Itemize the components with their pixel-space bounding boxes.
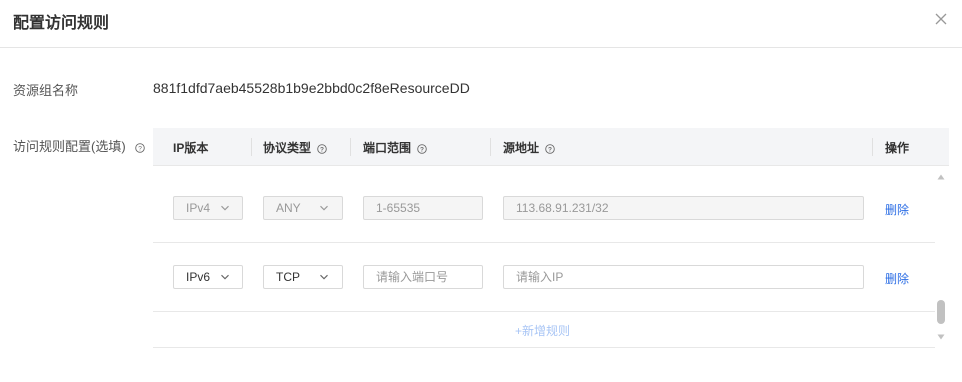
svg-text:?: ? bbox=[420, 146, 424, 153]
scroll-down-icon[interactable] bbox=[937, 333, 945, 341]
row-divider bbox=[153, 242, 935, 243]
question-circle-icon[interactable]: ? bbox=[417, 144, 428, 154]
resource-group-label: 资源组名称 bbox=[13, 83, 79, 98]
delete-button[interactable]: 删除 bbox=[885, 270, 909, 287]
source-ip-input[interactable]: 请输入IP bbox=[503, 265, 864, 289]
delete-button[interactable]: 删除 bbox=[885, 201, 909, 218]
question-circle-icon[interactable]: ? bbox=[317, 144, 328, 154]
header-source: 源地址 bbox=[503, 141, 540, 155]
header-protocol-wrap: 协议类型 ? bbox=[263, 139, 328, 156]
resource-group-value: 881f1dfd7aeb45528b1b9e2bbd0c2f8eResource… bbox=[153, 80, 470, 96]
ip-version-value: IPv6 bbox=[186, 270, 211, 284]
svg-text:?: ? bbox=[320, 146, 324, 153]
table-bottom-border bbox=[153, 347, 935, 348]
chevron-down-icon bbox=[320, 205, 328, 211]
port-range-input[interactable]: 1-65535 bbox=[363, 196, 483, 220]
chevron-down-icon bbox=[221, 274, 229, 280]
scroll-thumb[interactable] bbox=[937, 300, 945, 324]
source-ip-value: 113.68.91.231/32 bbox=[516, 201, 609, 215]
scroll-up-icon[interactable] bbox=[937, 173, 945, 181]
rules-label-wrap: 访问规则配置(选填) ? bbox=[13, 136, 146, 155]
header-protocol: 协议类型 bbox=[263, 141, 312, 155]
rules-table-body[interactable]: IPv4 ANY 1-65535 113.68.91.231/32 删除 IPv… bbox=[153, 167, 935, 349]
question-circle-icon[interactable]: ? bbox=[545, 144, 556, 154]
protocol-value: ANY bbox=[276, 201, 301, 215]
close-icon[interactable] bbox=[934, 12, 948, 26]
chevron-down-icon bbox=[221, 205, 229, 211]
protocol-select[interactable]: TCP bbox=[263, 265, 343, 289]
ip-version-value: IPv4 bbox=[186, 201, 211, 215]
source-ip-placeholder: 请输入IP bbox=[516, 270, 564, 284]
port-range-value: 1-65535 bbox=[376, 201, 421, 215]
chevron-down-icon bbox=[320, 274, 328, 280]
question-circle-icon[interactable]: ? bbox=[135, 142, 146, 153]
header-ip-version: IP版本 bbox=[173, 141, 209, 155]
header-port-wrap: 端口范围 ? bbox=[363, 139, 428, 156]
svg-text:?: ? bbox=[548, 146, 552, 153]
header-divider bbox=[350, 138, 351, 156]
ip-version-select[interactable]: IPv4 bbox=[173, 196, 243, 220]
ip-version-select[interactable]: IPv6 bbox=[173, 265, 243, 289]
protocol-select[interactable]: ANY bbox=[263, 196, 343, 220]
rules-table-header: IP版本 协议类型 ? 端口范围 ? 源地址 ? 操作 bbox=[153, 128, 949, 166]
dialog-title: 配置访问规则 bbox=[13, 15, 110, 32]
header-action: 操作 bbox=[885, 141, 910, 155]
header-port-range: 端口范围 bbox=[363, 141, 412, 155]
svg-text:?: ? bbox=[138, 145, 142, 152]
header-divider bbox=[251, 138, 252, 156]
row-divider bbox=[153, 311, 935, 312]
dialog-header: 配置访问规则 bbox=[0, 0, 962, 48]
protocol-value: TCP bbox=[276, 270, 300, 284]
header-source-wrap: 源地址 ? bbox=[503, 139, 556, 156]
header-divider bbox=[490, 138, 491, 156]
port-range-input[interactable]: 请输入端口号 bbox=[363, 265, 483, 289]
header-divider bbox=[872, 138, 873, 156]
add-rule-button[interactable]: +新增规则 bbox=[515, 322, 570, 339]
source-ip-input[interactable]: 113.68.91.231/32 bbox=[503, 196, 864, 220]
port-range-placeholder: 请输入端口号 bbox=[376, 270, 449, 284]
table-scrollbar[interactable] bbox=[935, 173, 947, 343]
rules-label: 访问规则配置(选填) bbox=[13, 139, 126, 154]
